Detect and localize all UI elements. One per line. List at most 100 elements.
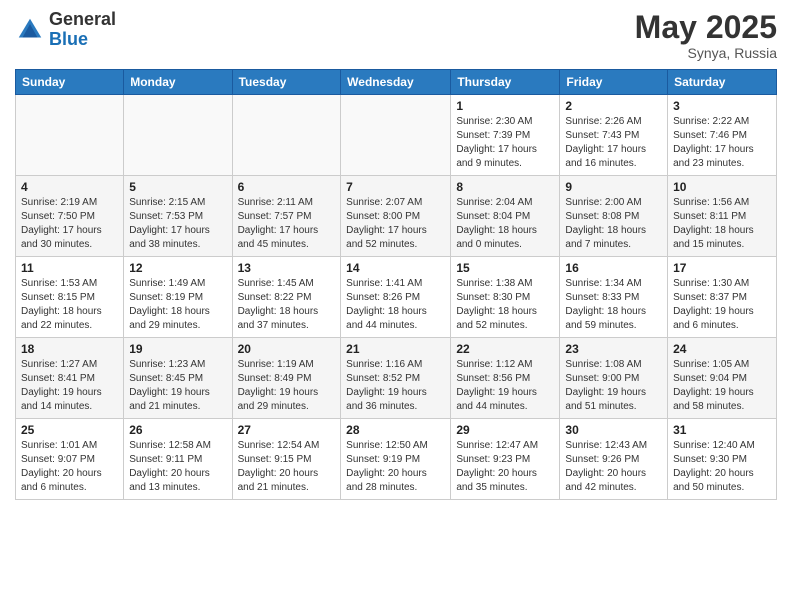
day-cell: 26 Sunrise: 12:58 AM Sunset: 9:11 PM Dayl… <box>124 419 232 500</box>
week-row-1: 1Sunrise: 2:30 AM Sunset: 7:39 PM Daylig… <box>16 95 777 176</box>
day-info: Sunrise: 2:22 AM Sunset: 7:46 PM Dayligh… <box>673 115 771 171</box>
day-cell <box>232 95 341 176</box>
day-number: 12 <box>129 261 226 275</box>
day-number: 3 <box>673 99 771 113</box>
day-cell: 1Sunrise: 2:30 AM Sunset: 7:39 PM Daylig… <box>451 95 560 176</box>
day-cell: 7Sunrise: 2:07 AM Sunset: 8:00 PM Daylig… <box>341 176 451 257</box>
day-info: Sunrise: 1:45 AM Sunset: 8:22 PM Dayligh… <box>238 277 336 333</box>
header-row: SundayMondayTuesdayWednesdayThursdayFrid… <box>16 70 777 95</box>
day-number: 19 <box>129 342 226 356</box>
day-info: Sunrise: 2:15 AM Sunset: 7:53 PM Dayligh… <box>129 196 226 252</box>
day-info: Sunrise: 1:01 AM Sunset: 9:07 PM Dayligh… <box>21 439 118 495</box>
header-cell-monday: Monday <box>124 70 232 95</box>
day-number: 5 <box>129 180 226 194</box>
header-cell-thursday: Thursday <box>451 70 560 95</box>
day-cell <box>16 95 124 176</box>
day-info: Sunrise: 12:40 AM Sunset: 9:30 PM Daylig… <box>673 439 771 495</box>
logo-icon <box>15 15 45 45</box>
day-cell <box>124 95 232 176</box>
page-container: General Blue May 2025 Synya, Russia Sund… <box>0 0 792 510</box>
day-number: 24 <box>673 342 771 356</box>
day-info: Sunrise: 1:34 AM Sunset: 8:33 PM Dayligh… <box>565 277 662 333</box>
week-row-4: 18 Sunrise: 1:27 AM Sunset: 8:41 PM Dayli… <box>16 338 777 419</box>
day-info: Sunrise: 12:54 AM Sunset: 9:15 PM Daylig… <box>238 439 336 495</box>
day-number: 29 <box>456 423 554 437</box>
day-info: Sunrise: 1:23 AM Sunset: 8:45 PM Dayligh… <box>129 358 226 414</box>
day-cell: 28Sunrise: 12:50 AM Sunset: 9:19 PM Dayl… <box>341 419 451 500</box>
logo-blue: Blue <box>49 30 116 50</box>
day-info: Sunrise: 12:47 AM Sunset: 9:23 PM Daylig… <box>456 439 554 495</box>
day-cell: 11 Sunrise: 1:53 AM Sunset: 8:15 PM Dayli… <box>16 257 124 338</box>
day-cell: 3 Sunrise: 2:22 AM Sunset: 7:46 PM Daylig… <box>668 95 777 176</box>
day-number: 22 <box>456 342 554 356</box>
day-cell: 31 Sunrise: 12:40 AM Sunset: 9:30 PM Dayl… <box>668 419 777 500</box>
day-cell: 16 Sunrise: 1:34 AM Sunset: 8:33 PM Dayli… <box>560 257 668 338</box>
header-cell-saturday: Saturday <box>668 70 777 95</box>
day-info: Sunrise: 12:43 AM Sunset: 9:26 PM Daylig… <box>565 439 662 495</box>
day-info: Sunrise: 2:19 AM Sunset: 7:50 PM Dayligh… <box>21 196 118 252</box>
header-cell-wednesday: Wednesday <box>341 70 451 95</box>
day-number: 6 <box>238 180 336 194</box>
day-number: 4 <box>21 180 118 194</box>
day-cell: 14 Sunrise: 1:41 AM Sunset: 8:26 PM Dayli… <box>341 257 451 338</box>
day-number: 10 <box>673 180 771 194</box>
day-number: 2 <box>565 99 662 113</box>
day-number: 13 <box>238 261 336 275</box>
day-info: Sunrise: 12:58 AM Sunset: 9:11 PM Daylig… <box>129 439 226 495</box>
day-info: Sunrise: 1:19 AM Sunset: 8:49 PM Dayligh… <box>238 358 336 414</box>
day-cell: 23 Sunrise: 1:08 AM Sunset: 9:00 PM Dayli… <box>560 338 668 419</box>
day-number: 30 <box>565 423 662 437</box>
day-number: 8 <box>456 180 554 194</box>
day-number: 21 <box>346 342 445 356</box>
header: General Blue May 2025 Synya, Russia <box>15 10 777 61</box>
day-cell: 29 Sunrise: 12:47 AM Sunset: 9:23 PM Dayl… <box>451 419 560 500</box>
day-info: Sunrise: 1:49 AM Sunset: 8:19 PM Dayligh… <box>129 277 226 333</box>
header-cell-tuesday: Tuesday <box>232 70 341 95</box>
day-cell: 19 Sunrise: 1:23 AM Sunset: 8:45 PM Dayli… <box>124 338 232 419</box>
day-cell: 21 Sunrise: 1:16 AM Sunset: 8:52 PM Dayli… <box>341 338 451 419</box>
day-info: Sunrise: 2:30 AM Sunset: 7:39 PM Dayligh… <box>456 115 554 171</box>
day-info: Sunrise: 1:27 AM Sunset: 8:41 PM Dayligh… <box>21 358 118 414</box>
day-cell: 8Sunrise: 2:04 AM Sunset: 8:04 PM Daylig… <box>451 176 560 257</box>
day-cell: 5 Sunrise: 2:15 AM Sunset: 7:53 PM Daylig… <box>124 176 232 257</box>
day-info: Sunrise: 1:53 AM Sunset: 8:15 PM Dayligh… <box>21 277 118 333</box>
day-info: Sunrise: 1:05 AM Sunset: 9:04 PM Dayligh… <box>673 358 771 414</box>
day-info: Sunrise: 2:26 AM Sunset: 7:43 PM Dayligh… <box>565 115 662 171</box>
day-info: Sunrise: 1:16 AM Sunset: 8:52 PM Dayligh… <box>346 358 445 414</box>
day-number: 31 <box>673 423 771 437</box>
day-number: 25 <box>21 423 118 437</box>
day-cell: 12 Sunrise: 1:49 AM Sunset: 8:19 PM Dayli… <box>124 257 232 338</box>
day-number: 11 <box>21 261 118 275</box>
week-row-3: 11 Sunrise: 1:53 AM Sunset: 8:15 PM Dayli… <box>16 257 777 338</box>
day-number: 14 <box>346 261 445 275</box>
day-number: 20 <box>238 342 336 356</box>
day-number: 15 <box>456 261 554 275</box>
day-cell: 27 Sunrise: 12:54 AM Sunset: 9:15 PM Dayl… <box>232 419 341 500</box>
calendar-header: SundayMondayTuesdayWednesdayThursdayFrid… <box>16 70 777 95</box>
day-number: 23 <box>565 342 662 356</box>
day-cell: 20 Sunrise: 1:19 AM Sunset: 8:49 PM Dayli… <box>232 338 341 419</box>
day-cell: 15 Sunrise: 1:38 AM Sunset: 8:30 PM Dayli… <box>451 257 560 338</box>
day-cell: 17Sunrise: 1:30 AM Sunset: 8:37 PM Dayli… <box>668 257 777 338</box>
day-cell: 22Sunrise: 1:12 AM Sunset: 8:56 PM Dayli… <box>451 338 560 419</box>
header-cell-sunday: Sunday <box>16 70 124 95</box>
day-info: Sunrise: 1:41 AM Sunset: 8:26 PM Dayligh… <box>346 277 445 333</box>
week-row-5: 25 Sunrise: 1:01 AM Sunset: 9:07 PM Dayli… <box>16 419 777 500</box>
logo-text: General Blue <box>49 10 116 50</box>
day-number: 18 <box>21 342 118 356</box>
month-title: May 2025 <box>635 10 777 45</box>
logo-general: General <box>49 10 116 30</box>
day-info: Sunrise: 2:11 AM Sunset: 7:57 PM Dayligh… <box>238 196 336 252</box>
day-number: 28 <box>346 423 445 437</box>
day-info: Sunrise: 1:38 AM Sunset: 8:30 PM Dayligh… <box>456 277 554 333</box>
day-number: 16 <box>565 261 662 275</box>
day-number: 17 <box>673 261 771 275</box>
day-cell: 24 Sunrise: 1:05 AM Sunset: 9:04 PM Dayli… <box>668 338 777 419</box>
day-number: 7 <box>346 180 445 194</box>
day-info: Sunrise: 1:08 AM Sunset: 9:00 PM Dayligh… <box>565 358 662 414</box>
day-number: 26 <box>129 423 226 437</box>
day-cell: 2 Sunrise: 2:26 AM Sunset: 7:43 PM Daylig… <box>560 95 668 176</box>
calendar-body: 1Sunrise: 2:30 AM Sunset: 7:39 PM Daylig… <box>16 95 777 500</box>
calendar-table: SundayMondayTuesdayWednesdayThursdayFrid… <box>15 69 777 500</box>
day-number: 27 <box>238 423 336 437</box>
